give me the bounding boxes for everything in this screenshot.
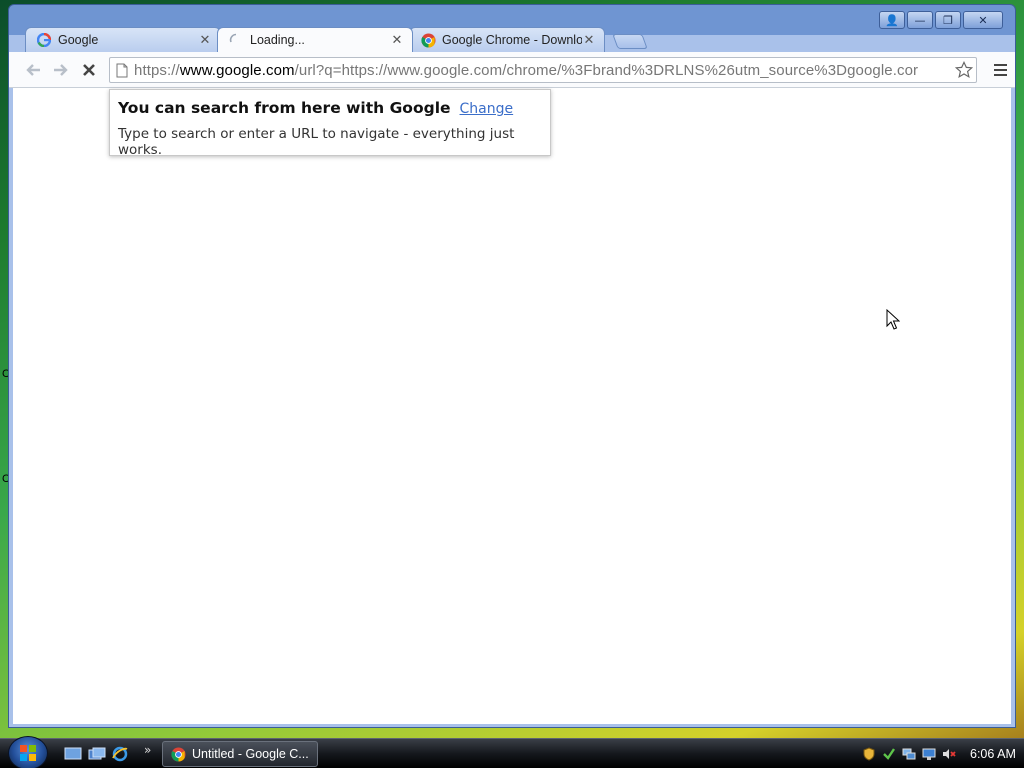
bookmark-star-icon[interactable] bbox=[952, 61, 976, 79]
show-desktop-icon[interactable] bbox=[64, 746, 82, 762]
tab-google[interactable]: Google ✕ bbox=[25, 27, 221, 52]
loading-spinner-icon bbox=[228, 32, 244, 48]
tab-close-icon[interactable]: ✕ bbox=[390, 33, 404, 48]
back-button[interactable] bbox=[19, 56, 47, 84]
new-tab-button[interactable] bbox=[612, 34, 648, 49]
network-icon[interactable] bbox=[902, 747, 916, 761]
page-content bbox=[13, 88, 1011, 724]
tab-close-icon[interactable]: ✕ bbox=[198, 33, 212, 48]
bubble-title: You can search from here with Google bbox=[118, 99, 451, 117]
security-shield-icon[interactable] bbox=[862, 747, 876, 761]
tab-chrome-download[interactable]: Google Chrome - Downlo ✕ bbox=[409, 27, 605, 52]
url-path: /url?q=https://www.google.com/chrome/%3F… bbox=[294, 61, 919, 79]
start-button[interactable] bbox=[8, 736, 48, 768]
omnibox-info-bubble: You can search from here with Google Cha… bbox=[109, 89, 551, 158]
taskbar-button-label: Untitled - Google C... bbox=[192, 747, 309, 761]
forward-arrow-icon bbox=[54, 63, 68, 76]
tab-title: Google bbox=[58, 33, 99, 47]
bubble-subtitle: Type to search or enter a URL to navigat… bbox=[118, 126, 515, 158]
profile-button[interactable]: 👤 bbox=[879, 11, 905, 29]
change-search-link[interactable]: Change bbox=[460, 101, 514, 117]
switch-windows-icon[interactable] bbox=[88, 746, 106, 762]
url-host: www.google.com bbox=[179, 61, 295, 79]
google-g-icon bbox=[36, 32, 52, 48]
back-arrow-icon bbox=[26, 63, 40, 76]
omnibox[interactable]: https://www.google.com/url?q=https://www… bbox=[109, 57, 977, 83]
taskbar: » Untitled - Google C... 6:06 AM bbox=[0, 736, 1024, 768]
system-tray: 6:06 AM bbox=[856, 739, 1024, 768]
tab-title: Google Chrome - Downlo bbox=[442, 33, 582, 47]
checkmark-icon[interactable] bbox=[882, 747, 896, 761]
tab-close-icon[interactable]: ✕ bbox=[582, 33, 596, 48]
volume-muted-icon[interactable] bbox=[942, 747, 956, 761]
tab-strip: Google ✕ Loading... ✕ Google Chrome - Do… bbox=[25, 27, 648, 52]
chrome-icon bbox=[420, 32, 436, 48]
chrome-menu-icon[interactable] bbox=[991, 61, 1009, 79]
window-controls: 👤 — ❐ ✕ bbox=[879, 11, 1003, 29]
forward-button[interactable] bbox=[47, 56, 75, 84]
tab-loading[interactable]: Loading... ✕ bbox=[217, 27, 413, 52]
internet-explorer-icon[interactable] bbox=[111, 746, 129, 762]
close-window-button[interactable]: ✕ bbox=[963, 11, 1003, 29]
mouse-cursor-icon bbox=[886, 308, 901, 335]
stop-x-icon bbox=[83, 63, 95, 76]
display-icon[interactable] bbox=[922, 747, 936, 761]
chrome-window: 👤 — ❐ ✕ Google ✕ Loading... ✕ Google Chr… bbox=[8, 4, 1016, 728]
taskbar-clock[interactable]: 6:06 AM bbox=[970, 747, 1016, 761]
minimize-button[interactable]: — bbox=[907, 11, 933, 29]
url-text[interactable]: https://www.google.com/url?q=https://www… bbox=[134, 62, 952, 79]
toolbar: https://www.google.com/url?q=https://www… bbox=[9, 52, 1015, 88]
url-scheme: https:// bbox=[134, 61, 180, 79]
windows-logo-icon bbox=[20, 745, 36, 761]
maximize-button[interactable]: ❐ bbox=[935, 11, 961, 29]
tab-title: Loading... bbox=[250, 33, 305, 47]
stop-button[interactable] bbox=[75, 56, 103, 84]
chrome-icon bbox=[171, 746, 186, 762]
quicklaunch-more-icon[interactable]: » bbox=[144, 743, 151, 757]
page-icon bbox=[110, 58, 134, 82]
taskbar-chrome-window-button[interactable]: Untitled - Google C... bbox=[162, 741, 318, 767]
